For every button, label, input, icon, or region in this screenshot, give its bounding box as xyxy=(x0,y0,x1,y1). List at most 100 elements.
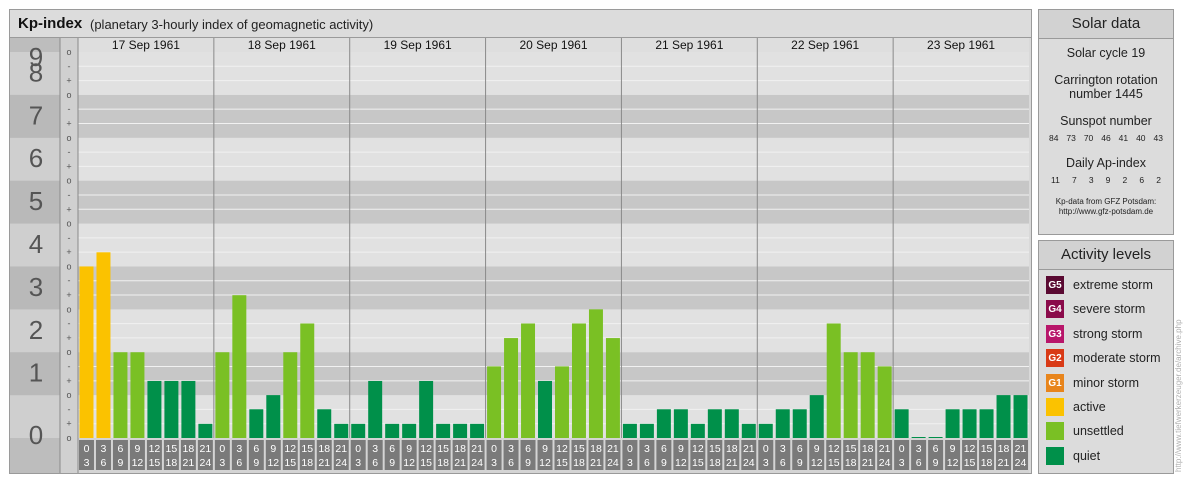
minor-tick-label: o xyxy=(66,433,71,443)
interval-end-label: 3 xyxy=(84,457,90,469)
y-tick-label: 7 xyxy=(29,100,43,130)
day-label: 19 Sep 1961 xyxy=(384,38,452,52)
kp-bar xyxy=(571,323,586,438)
y-tick-label: 2 xyxy=(29,315,43,345)
interval-end-label: 3 xyxy=(491,457,497,469)
kp-bar xyxy=(164,380,179,438)
minor-tick-label: o xyxy=(66,390,71,400)
minor-tick-label: o xyxy=(66,219,71,229)
minor-tick-label: o xyxy=(66,133,71,143)
interval-end-label: 21 xyxy=(183,457,195,469)
interval-end-label: 15 xyxy=(556,457,568,469)
minor-tick-label: + xyxy=(66,290,71,300)
ap-value: 9 xyxy=(1105,175,1111,185)
interval-start-label: 21 xyxy=(607,443,619,455)
day-label: 23 Sep 1961 xyxy=(927,38,995,52)
kp-bar xyxy=(300,323,315,438)
interval-end-label: 18 xyxy=(981,457,993,469)
y-band xyxy=(78,94,1029,138)
kp-bar xyxy=(232,295,247,438)
interval-start-label: 0 xyxy=(355,443,361,455)
kp-bar xyxy=(198,423,213,438)
gfz-credit-link[interactable]: http://www.gfz-potsdam.de xyxy=(1039,207,1173,217)
kp-bar xyxy=(317,409,332,438)
ap-value: 2 xyxy=(1156,175,1161,185)
legend-item-severe-storm: G4 severe storm xyxy=(1046,299,1145,319)
legend-swatch: G1 xyxy=(1046,374,1064,392)
gfz-credit-line1: Kp-data from GFZ Potsdam: xyxy=(1055,197,1157,206)
minor-tick-label: + xyxy=(66,76,71,86)
interval-end-label: 6 xyxy=(508,457,514,469)
kp-bar xyxy=(894,409,909,438)
interval-start-label: 15 xyxy=(573,443,585,455)
legend-item-extreme-storm: G5 extreme storm xyxy=(1046,275,1153,295)
interval-start-label: 3 xyxy=(508,443,514,455)
kp-bar xyxy=(96,252,111,438)
interval-start-label: 3 xyxy=(372,443,378,455)
kp-bar xyxy=(402,423,417,438)
kp-bar xyxy=(775,409,790,438)
y-tick-label: 1 xyxy=(29,358,43,388)
kp-bar xyxy=(588,309,603,438)
interval-start-label: 18 xyxy=(183,443,195,455)
interval-end-label: 6 xyxy=(101,457,107,469)
interval-end-label: 12 xyxy=(947,457,959,469)
minor-tick-label: - xyxy=(68,61,71,71)
minor-tick-label: + xyxy=(66,161,71,171)
y-tick-label: 5 xyxy=(29,186,43,216)
interval-start-label: 18 xyxy=(998,443,1010,455)
interval-end-label: 18 xyxy=(573,457,585,469)
minor-tick-label: - xyxy=(68,404,71,414)
kp-bar xyxy=(911,437,926,438)
sunspot-value: 70 xyxy=(1083,133,1094,143)
interval-end-label: 6 xyxy=(780,457,786,469)
interval-end-label: 24 xyxy=(1015,457,1027,469)
activity-levels-title: Activity levels xyxy=(1039,241,1173,270)
interval-end-label: 21 xyxy=(862,457,874,469)
kp-bar xyxy=(741,423,756,438)
interval-end-label: 18 xyxy=(437,457,449,469)
y-band xyxy=(78,223,1029,267)
interval-start-label: 6 xyxy=(253,443,259,455)
interval-start-label: 12 xyxy=(556,443,568,455)
interval-start-label: 6 xyxy=(797,443,803,455)
interval-start-label: 9 xyxy=(406,443,412,455)
y-tick-label: 0 xyxy=(29,420,43,450)
minor-tick-label: - xyxy=(68,276,71,286)
kp-bar xyxy=(962,409,977,438)
interval-start-label: 15 xyxy=(709,443,721,455)
interval-end-label: 18 xyxy=(845,457,857,469)
interval-end-label: 9 xyxy=(118,457,124,469)
kp-bar xyxy=(147,380,162,438)
kp-bar xyxy=(538,380,552,438)
interval-end-label: 21 xyxy=(726,457,738,469)
kp-bar xyxy=(792,409,807,438)
kp-bar-chart: o+-o+-o+-o+-o+-o+-o+-o+-o+-o0123456789 17… xyxy=(10,38,1029,473)
interval-end-label: 24 xyxy=(471,457,483,469)
kp-bar xyxy=(521,323,536,438)
kp-subtitle: (planetary 3-hourly index of geomagnetic… xyxy=(90,17,374,32)
legend-label: strong storm xyxy=(1073,327,1143,341)
interval-start-label: 0 xyxy=(627,443,633,455)
solar-data-title: Solar data xyxy=(1039,10,1173,39)
interval-end-label: 3 xyxy=(627,457,633,469)
kp-bar xyxy=(928,437,943,438)
interval-end-label: 21 xyxy=(454,457,466,469)
interval-start-label: 6 xyxy=(525,443,531,455)
minor-tick-label: + xyxy=(66,376,71,386)
interval-start-label: 15 xyxy=(845,443,857,455)
interval-start-label: 15 xyxy=(166,443,178,455)
kp-title: Kp-index xyxy=(18,15,83,32)
day-label: 20 Sep 1961 xyxy=(519,38,587,52)
minor-tick-label: - xyxy=(68,233,71,243)
interval-end-label: 3 xyxy=(355,457,361,469)
ap-value: 7 xyxy=(1071,175,1077,185)
interval-start-label: 9 xyxy=(542,443,548,455)
interval-end-label: 15 xyxy=(149,457,161,469)
interval-end-label: 3 xyxy=(763,457,769,469)
interval-end-label: 24 xyxy=(743,457,755,469)
interval-start-label: 6 xyxy=(933,443,939,455)
legend-item-strong-storm: G3 strong storm xyxy=(1046,324,1142,344)
interval-start-label: 18 xyxy=(318,443,330,455)
interval-start-label: 0 xyxy=(491,443,497,455)
